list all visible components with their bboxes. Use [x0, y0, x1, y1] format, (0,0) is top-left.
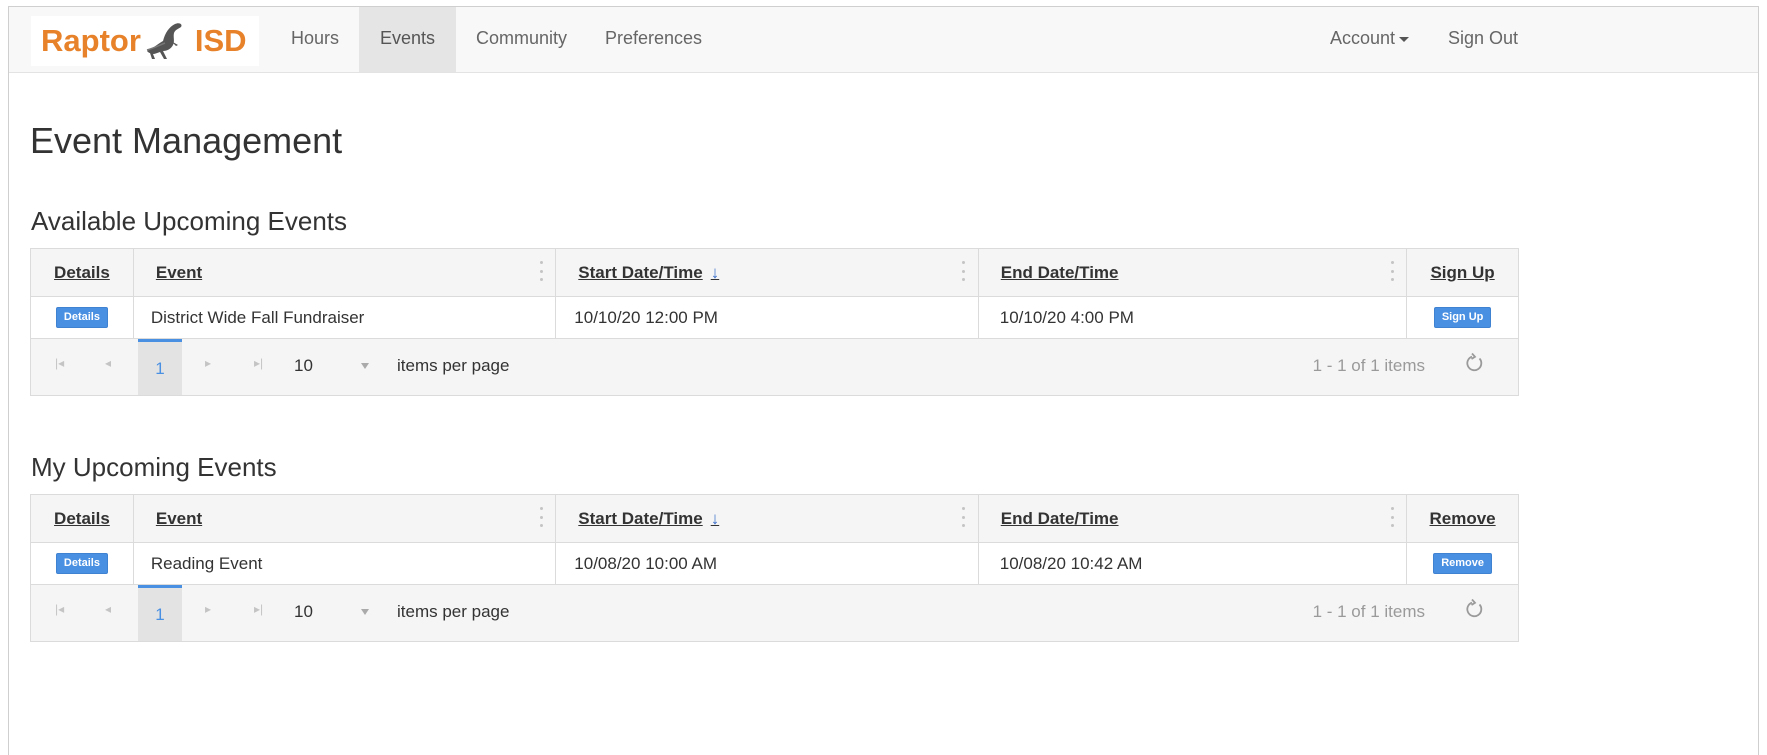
- account-label: Account: [1330, 28, 1396, 48]
- next-page-icon[interactable]: ▸: [205, 602, 211, 616]
- end-cell: 10/10/20 4:00 PM: [979, 297, 1408, 338]
- brand-text-left: Raptor: [41, 23, 141, 58]
- caret-down-icon: [1399, 36, 1410, 42]
- col-event-label: Event: [155, 262, 203, 282]
- grid-header: Details Event Start Date/Time ↓ End Date…: [31, 249, 1518, 297]
- column-menu-icon[interactable]: [1390, 507, 1394, 527]
- pager: |◂ ◂ 1 ▸ ▸| 10 items per page 1 - 1 of 1…: [31, 585, 1518, 641]
- my-events-title: My Upcoming Events: [31, 452, 277, 482]
- end-cell: 10/08/20 10:42 AM: [979, 543, 1408, 584]
- col-end-header[interactable]: End Date/Time: [979, 249, 1408, 296]
- col-remove-header[interactable]: Remove: [1407, 495, 1518, 542]
- pager-info: 1 - 1 of 1 items: [1312, 602, 1425, 621]
- brand-text-right: ISD: [194, 23, 247, 58]
- sort-descending-icon: ↓: [710, 262, 720, 282]
- page-size-label: items per page: [397, 602, 510, 621]
- refresh-icon[interactable]: [1464, 598, 1486, 620]
- details-button[interactable]: Details: [55, 307, 108, 328]
- prev-page-icon[interactable]: ◂: [105, 356, 111, 370]
- col-end-label: End Date/Time: [1000, 508, 1119, 528]
- top-navbar: Raptor ISD Hours Events Community Prefer…: [9, 7, 1758, 73]
- signup-cell: Sign Up: [1407, 297, 1518, 338]
- event-cell: Reading Event: [134, 543, 557, 584]
- column-menu-icon[interactable]: [962, 261, 966, 281]
- col-event-header[interactable]: Event: [134, 495, 557, 542]
- table-row: Details Reading Event 10/08/20 10:00 AM …: [31, 543, 1518, 585]
- column-menu-icon[interactable]: [962, 507, 966, 527]
- col-event-header[interactable]: Event: [134, 249, 557, 296]
- col-start-label: Start Date/Time: [578, 508, 703, 528]
- account-dropdown[interactable]: Account: [1309, 7, 1430, 72]
- nav-events[interactable]: Events: [359, 7, 457, 72]
- page-size-select[interactable]: 10: [294, 602, 313, 622]
- start-cell: 10/10/20 12:00 PM: [556, 297, 979, 338]
- nav-community[interactable]: Community: [455, 7, 588, 72]
- first-page-icon[interactable]: |◂: [55, 602, 64, 616]
- col-details-header[interactable]: Details: [31, 495, 134, 542]
- nav-hours[interactable]: Hours: [270, 7, 360, 72]
- last-page-icon[interactable]: ▸|: [254, 602, 263, 616]
- col-details-header[interactable]: Details: [31, 249, 134, 296]
- grid-header: Details Event Start Date/Time ↓ End Date…: [31, 495, 1518, 543]
- column-menu-icon[interactable]: [539, 261, 543, 281]
- event-cell: District Wide Fall Fundraiser: [134, 297, 557, 338]
- column-menu-icon[interactable]: [539, 507, 543, 527]
- page-number-current[interactable]: 1: [138, 585, 182, 641]
- page-number-current[interactable]: 1: [138, 339, 182, 395]
- col-event-label: Event: [155, 508, 203, 528]
- chevron-down-icon[interactable]: [361, 609, 369, 615]
- sign-up-button[interactable]: Sign Up: [1433, 307, 1492, 328]
- details-cell: Details: [31, 543, 134, 584]
- raptor-dinosaur-icon: [146, 23, 182, 59]
- col-start-label: Start Date/Time: [578, 262, 703, 282]
- start-cell: 10/08/20 10:00 AM: [556, 543, 979, 584]
- remove-button[interactable]: Remove: [1433, 553, 1492, 574]
- refresh-icon[interactable]: [1464, 352, 1486, 374]
- my-events-grid: Details Event Start Date/Time ↓ End Date…: [30, 494, 1519, 642]
- sign-out-link[interactable]: Sign Out: [1427, 7, 1539, 72]
- sort-descending-icon: ↓: [710, 508, 720, 528]
- details-button[interactable]: Details: [55, 553, 108, 574]
- column-menu-icon[interactable]: [1390, 261, 1394, 281]
- col-end-label: End Date/Time: [1000, 262, 1119, 282]
- details-cell: Details: [31, 297, 134, 338]
- pager: |◂ ◂ 1 ▸ ▸| 10 items per page 1 - 1 of 1…: [31, 339, 1518, 395]
- remove-cell: Remove: [1407, 543, 1518, 584]
- col-signup-header[interactable]: Sign Up: [1407, 249, 1518, 296]
- table-row: Details District Wide Fall Fundraiser 10…: [31, 297, 1518, 339]
- page-size-select[interactable]: 10: [294, 356, 313, 376]
- pager-info: 1 - 1 of 1 items: [1312, 356, 1425, 375]
- nav-preferences[interactable]: Preferences: [584, 7, 723, 72]
- prev-page-icon[interactable]: ◂: [105, 602, 111, 616]
- page-title: Event Management: [30, 120, 343, 161]
- available-events-grid: Details Event Start Date/Time ↓ End Date…: [30, 248, 1519, 396]
- last-page-icon[interactable]: ▸|: [254, 356, 263, 370]
- col-start-header[interactable]: Start Date/Time ↓: [556, 249, 979, 296]
- next-page-icon[interactable]: ▸: [205, 356, 211, 370]
- col-start-header[interactable]: Start Date/Time ↓: [556, 495, 979, 542]
- available-events-title: Available Upcoming Events: [31, 206, 348, 236]
- first-page-icon[interactable]: |◂: [55, 356, 64, 370]
- chevron-down-icon[interactable]: [361, 363, 369, 369]
- page-size-label: items per page: [397, 356, 510, 375]
- col-end-header[interactable]: End Date/Time: [979, 495, 1408, 542]
- brand-logo[interactable]: Raptor ISD: [31, 16, 259, 66]
